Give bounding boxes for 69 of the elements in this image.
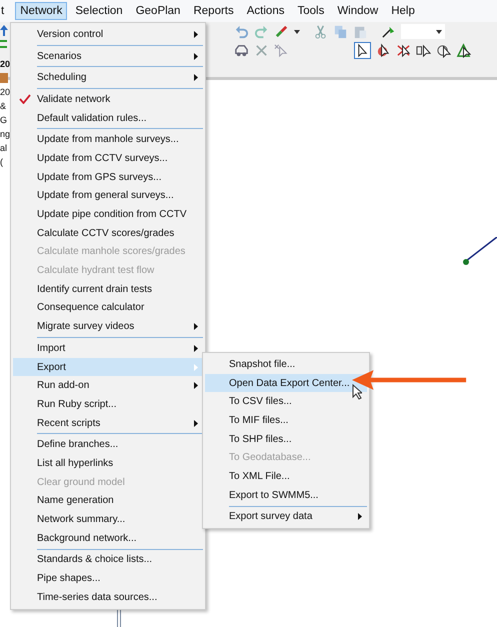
menu-item[interactable]: Validate network	[13, 90, 203, 109]
submenu-arrow-icon	[194, 364, 198, 371]
menu-item[interactable]: Import	[13, 339, 203, 358]
select-pointer-icon[interactable]	[354, 42, 371, 59]
check-icon	[19, 94, 31, 104]
menu-item[interactable]: Update from manhole surveys...	[13, 130, 203, 150]
menu-item[interactable]: Standards & choice lists...	[13, 550, 203, 570]
menu-bar-item[interactable]: Help	[386, 2, 420, 20]
menu-item[interactable]: List all hyperlinks	[13, 454, 203, 473]
menu-bar-item[interactable]: Reports	[188, 2, 239, 20]
pointer-icon[interactable]	[456, 43, 471, 58]
menu-item[interactable]: Export survey data	[205, 508, 367, 526]
menu-bar-item[interactable]: Tools	[292, 2, 330, 20]
panel-text: G	[0, 114, 8, 126]
menu-bar-item[interactable]: Selection	[70, 2, 128, 20]
menu-item[interactable]: Calculate CCTV scores/grades	[13, 224, 203, 243]
caret-icon	[436, 30, 442, 34]
menu-item[interactable]: Pipe shapes...	[13, 569, 203, 588]
menu-item[interactable]: To MIF files...	[205, 411, 367, 430]
submenu-arrow-icon	[194, 74, 198, 82]
link-icon[interactable]	[274, 24, 289, 39]
menu-item[interactable]: Name generation	[13, 492, 203, 510]
menu-item[interactable]: Time-series data sources...	[13, 588, 203, 607]
panel-text: al	[0, 142, 8, 154]
pointer-icon[interactable]	[396, 43, 411, 58]
caret-icon[interactable]	[294, 30, 300, 34]
submenu-arrow-icon	[194, 323, 198, 330]
submenu-arrow-icon	[194, 52, 198, 60]
menu-item[interactable]: Run add-on	[13, 376, 203, 396]
up-arrow-icon[interactable]	[0, 24, 8, 36]
submenu-arrow-icon	[194, 344, 198, 352]
submenu-arrow-icon	[194, 420, 198, 427]
pointer-icon[interactable]	[416, 43, 431, 58]
pointer-icon[interactable]	[376, 43, 391, 58]
menu-bar-item[interactable]: Network	[15, 2, 68, 20]
menu-item[interactable]: Define branches...	[13, 435, 203, 454]
panel-text: ng	[0, 128, 10, 140]
menu-item[interactable]: To CSV files...	[205, 392, 367, 412]
menu-item[interactable]: Open Data Export Center...	[205, 374, 367, 392]
menu-bar-item[interactable]: Actions	[242, 2, 290, 20]
panel-text: 20	[0, 86, 10, 98]
menu-item[interactable]: Update from GPS surveys...	[13, 168, 203, 186]
submenu-arrow-icon	[358, 513, 362, 520]
menu-item[interactable]: Export	[13, 358, 203, 376]
mouse-cursor-icon	[352, 384, 362, 400]
menu-item[interactable]: Snapshot file...	[205, 355, 367, 374]
pencil-icon[interactable]	[381, 24, 396, 39]
menu-item[interactable]: Update pipe condition from CCTV	[13, 205, 203, 224]
menu-item[interactable]: Update from CCTV surveys...	[13, 149, 203, 168]
menu-item[interactable]: Run Ruby script...	[13, 395, 203, 414]
submenu-arrow-icon	[194, 30, 198, 38]
menu-bar-item[interactable]: t	[0, 2, 10, 20]
submenu-arrow-icon	[194, 382, 198, 390]
panel-text: (	[0, 156, 4, 168]
panel-text: &	[0, 100, 8, 112]
dropdown-field[interactable]	[401, 24, 445, 39]
node-marker[interactable]	[463, 259, 469, 265]
menu-bar-item[interactable]: GeoPlan	[130, 2, 186, 20]
menu-bar-item[interactable]: Window	[332, 2, 384, 20]
pointer-icon[interactable]	[436, 43, 451, 58]
menu-item[interactable]: Identify current drain tests	[13, 280, 203, 299]
menu-item[interactable]: Network summary...	[13, 510, 203, 529]
menu-item[interactable]: To XML File...	[205, 467, 367, 486]
menu-item[interactable]: To SHP files...	[205, 430, 367, 448]
menu-item[interactable]: Update from general surveys...	[13, 186, 203, 206]
pipe-line	[464, 237, 497, 263]
menu-item[interactable]: Consequence calculator	[13, 298, 203, 318]
vehicle-icon[interactable]	[234, 43, 249, 58]
panel-text: 20	[0, 58, 10, 70]
